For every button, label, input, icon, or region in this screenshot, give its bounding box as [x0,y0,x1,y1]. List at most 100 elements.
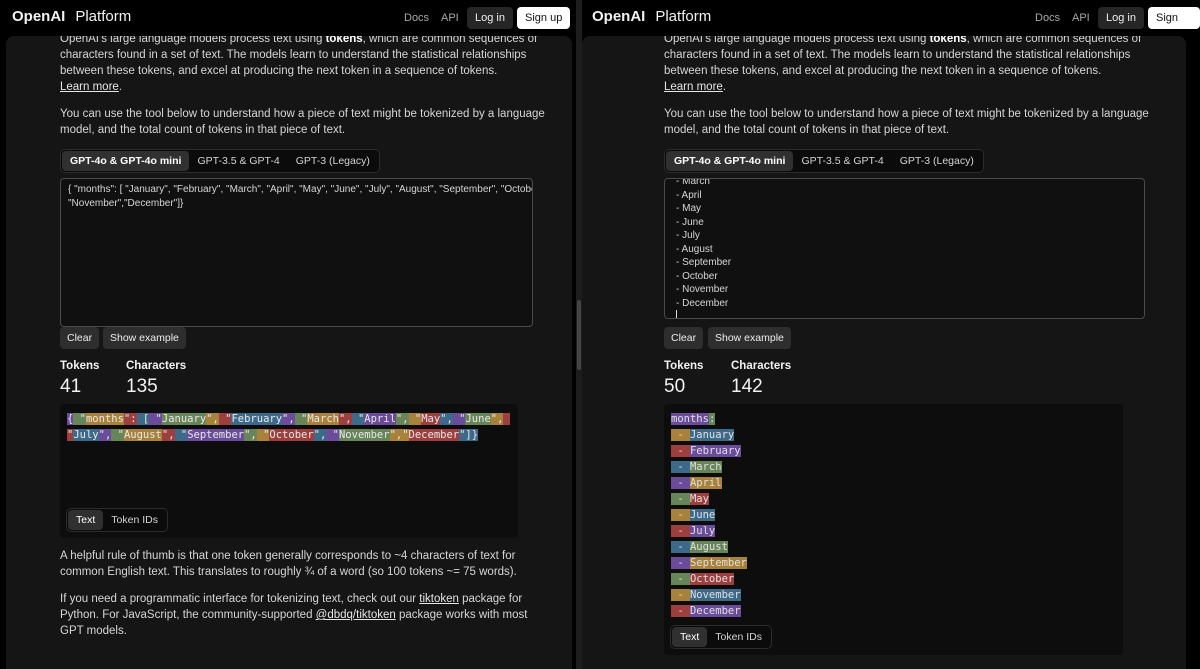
token-chip: " [111,429,124,441]
text-caret [676,310,677,318]
brand-logo[interactable]: OpenAI Platform [12,8,131,25]
token-chip: June [689,509,716,521]
token-chip: - [671,461,690,473]
token-chip: ", [338,413,352,425]
characters-count: 142 [731,376,763,397]
rule-of-thumb-paragraph: A helpful rule of thumb is that one toke… [60,548,560,580]
brand-logo[interactable]: OpenAI Platform [592,8,711,25]
left-window: OpenAI Platform Docs API Log in Sign up O… [0,0,576,669]
token-chip: " [256,429,270,441]
input-line [676,310,1133,318]
tab-gpt-4o[interactable]: GPT-4o & GPT-4o mini [62,151,190,171]
signup-button[interactable]: Sign up [1148,7,1200,46]
token-chip: October [689,573,735,585]
view-token-ids-tab[interactable]: Token IDs [103,510,166,530]
nav-api-link[interactable]: API [441,12,459,24]
yaml-item-row: - August [671,539,1123,555]
tokenized-output: months: - January - February - March - A… [664,404,1123,655]
characters-label: Characters [126,360,187,372]
token-visualization: { "months": [ "January", "February", "Ma… [60,404,518,443]
show-example-button[interactable]: Show example [103,327,186,349]
token-chip: ": [123,413,137,425]
learn-more-link[interactable]: Learn more [664,81,723,93]
token-chip: January [689,429,735,441]
token-chip: - [671,573,690,585]
model-selector: GPT-4o & GPT-4o mini GPT-3.5 & GPT-4 GPT… [60,149,380,173]
learn-more-link[interactable]: Learn more [60,81,119,93]
tool-intro-line-1: You can use the tool below to understand… [60,108,545,120]
brand-sub: Platform [655,8,712,25]
brand-sub: Platform [75,8,132,25]
show-example-button[interactable]: Show example [708,327,791,349]
view-text-tab[interactable]: Text [672,627,708,647]
signup-button[interactable]: Sign up [517,7,571,29]
right-window: OpenAI Platform Docs API Log in Sign up O… [582,0,1200,669]
token-chip: July [73,429,99,441]
input-line: - May [676,203,701,214]
input-line: - April [676,189,702,201]
intro-bold: tokens [325,36,363,45]
tab-gpt-3-legacy[interactable]: GPT-3 (Legacy) [892,151,982,171]
yaml-item-row: - March [671,459,1123,475]
yaml-item-row: - September [671,555,1123,571]
tiktoken-link[interactable]: tiktoken [419,593,459,605]
tiktoken-text-mid: package for [458,593,523,605]
rule-line-1: A helpful rule of thumb is that one toke… [60,550,516,562]
token-chip: February [689,445,741,457]
token-chip: : [708,413,716,425]
input-line: { "months": [ "January", "February", "Ma… [68,184,533,195]
input-line: - March [676,178,710,187]
login-button[interactable]: Log in [467,7,513,29]
input-lines: - March - April - May - June - July - August -… [676,178,1133,318]
text-input[interactable]: { "months": [ "January", "February", "Ma… [60,178,533,327]
tokens-label: Tokens [664,360,704,372]
token-chip: March [689,461,722,473]
token-chip: - [671,525,690,537]
input-line: - July [676,230,700,241]
token-chip: ", [282,413,295,425]
token-chip: March [307,413,339,425]
brand-name: OpenAI [12,8,66,25]
yaml-item-row: - May [671,491,1123,507]
tab-gpt-4o[interactable]: GPT-4o & GPT-4o mini [666,151,794,171]
token-chip: May [689,493,709,505]
nav-docs-link[interactable]: Docs [404,12,429,24]
nav-docs-link[interactable]: Docs [1035,12,1060,24]
token-visualization: months: - January - February - March - A… [664,404,1123,619]
input-line: - August [676,243,713,255]
input-line: - June [676,216,704,228]
token-chip: ", [98,429,112,441]
intro-line-3: between these tokens, and excel at produ… [664,65,1102,77]
tiktoken-text: If you need a programmatic interface for… [60,593,420,605]
tab-gpt-3-5[interactable]: GPT-3.5 & GPT-4 [793,151,891,171]
nav-api-link[interactable]: API [1072,12,1090,24]
clear-button[interactable]: Clear [60,327,100,349]
rule-line-2: common English text. This translates to … [60,566,517,578]
tool-intro-paragraph: You can use the tool below to understand… [60,106,560,138]
token-chip: months [671,413,709,425]
text-input[interactable]: - March - April - May - June - July - August -… [664,178,1145,319]
token-chip: April [364,413,396,425]
tool-intro-line-1: You can use the tool below to understand… [664,108,1149,120]
tokenizer-content: OpenAI's large language models process t… [6,36,572,669]
dbdq-tiktoken-link[interactable]: @dbdq/tiktoken [316,609,396,621]
clear-button[interactable]: Clear [664,327,704,349]
intro-line-2: characters found in a set of text. The m… [664,49,1131,61]
token-chip: November [689,589,741,601]
tokens-count: 50 [664,376,686,397]
token-chip: ", [395,413,409,425]
login-button[interactable]: Log in [1098,7,1144,29]
token-chip: "]} [459,429,479,441]
tokenizer-content: OpenAI's large language models process t… [582,36,1186,669]
tab-gpt-3-5[interactable]: GPT-3.5 & GPT-4 [189,151,287,171]
intro-line-3: between these tokens, and excel at produ… [60,65,498,77]
tokenized-output: { "months": [ "January", "February", "Ma… [60,404,518,538]
token-chip: ", [206,413,219,425]
input-line: - October [676,270,718,282]
token-chip: September [187,429,245,441]
view-token-ids-tab[interactable]: Token IDs [707,627,770,647]
view-text-tab[interactable]: Text [68,510,104,530]
divider-handle[interactable] [577,300,581,370]
token-chip: " [174,429,188,441]
tab-gpt-3-legacy[interactable]: GPT-3 (Legacy) [288,151,378,171]
